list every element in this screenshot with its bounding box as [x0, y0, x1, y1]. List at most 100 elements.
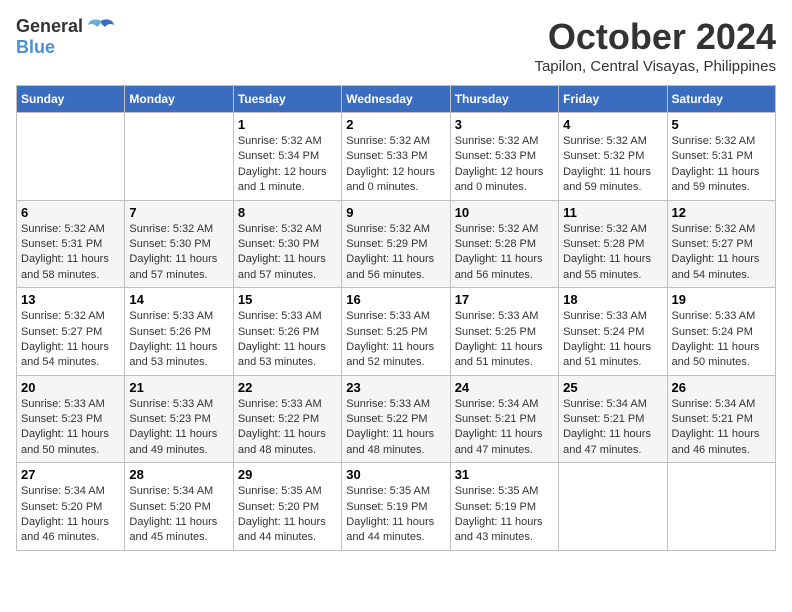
- day-info: Sunrise: 5:32 AM Sunset: 5:29 PM Dayligh…: [346, 222, 445, 284]
- logo-bird-icon: [87, 17, 115, 37]
- weekday-header-tuesday: Tuesday: [233, 86, 341, 113]
- day-info: Sunrise: 5:33 AM Sunset: 5:22 PM Dayligh…: [346, 397, 445, 459]
- day-number: 12: [672, 205, 771, 220]
- title-area: October 2024 Tapilon, Central Visayas, P…: [534, 16, 776, 75]
- day-number: 14: [129, 292, 228, 307]
- day-info: Sunrise: 5:32 AM Sunset: 5:32 PM Dayligh…: [563, 134, 662, 196]
- day-info: Sunrise: 5:33 AM Sunset: 5:22 PM Dayligh…: [238, 397, 337, 459]
- day-number: 10: [455, 205, 554, 220]
- day-info: Sunrise: 5:33 AM Sunset: 5:26 PM Dayligh…: [238, 309, 337, 371]
- calendar-cell: 7 Sunrise: 5:32 AM Sunset: 5:30 PM Daylig…: [125, 200, 233, 288]
- day-info: Sunrise: 5:32 AM Sunset: 5:30 PM Dayligh…: [238, 222, 337, 284]
- day-info: Sunrise: 5:33 AM Sunset: 5:25 PM Dayligh…: [346, 309, 445, 371]
- day-number: 19: [672, 292, 771, 307]
- calendar-cell: 6Sunrise: 5:32 AM Sunset: 5:31 PM Daylig…: [17, 200, 125, 288]
- day-info: Sunrise: 5:32 AM Sunset: 5:27 PM Dayligh…: [672, 222, 771, 284]
- calendar-cell: 18Sunrise: 5:33 AM Sunset: 5:24 PM Dayli…: [559, 288, 667, 376]
- day-info: Sunrise: 5:35 AM Sunset: 5:19 PM Dayligh…: [455, 484, 554, 546]
- day-number: 22: [238, 380, 337, 395]
- day-info: Sunrise: 5:35 AM Sunset: 5:19 PM Dayligh…: [346, 484, 445, 546]
- weekday-header-friday: Friday: [559, 86, 667, 113]
- day-number: 15: [238, 292, 337, 307]
- weekday-header-wednesday: Wednesday: [342, 86, 450, 113]
- day-number: 7: [129, 205, 228, 220]
- calendar-cell: 26Sunrise: 5:34 AM Sunset: 5:21 PM Dayli…: [667, 375, 775, 463]
- day-info: Sunrise: 5:34 AM Sunset: 5:21 PM Dayligh…: [672, 397, 771, 459]
- calendar-week-row: 1 Sunrise: 5:32 AM Sunset: 5:34 PM Daylig…: [17, 113, 776, 201]
- calendar-cell: 3 Sunrise: 5:32 AM Sunset: 5:33 PM Daylig…: [450, 113, 558, 201]
- day-number: 21: [129, 380, 228, 395]
- location-title: Tapilon, Central Visayas, Philippines: [534, 58, 776, 75]
- day-info: Sunrise: 5:32 AM Sunset: 5:31 PM Dayligh…: [672, 134, 771, 196]
- day-info: Sunrise: 5:32 AM Sunset: 5:30 PM Dayligh…: [129, 222, 228, 284]
- calendar-cell: [17, 113, 125, 201]
- day-number: 31: [455, 467, 554, 482]
- day-number: 16: [346, 292, 445, 307]
- day-info: Sunrise: 5:34 AM Sunset: 5:20 PM Dayligh…: [129, 484, 228, 546]
- day-number: 11: [563, 205, 662, 220]
- calendar-cell: 11 Sunrise: 5:32 AM Sunset: 5:28 PM Dayli…: [559, 200, 667, 288]
- calendar-cell: 31 Sunrise: 5:35 AM Sunset: 5:19 PM Dayli…: [450, 463, 558, 551]
- calendar-cell: 1 Sunrise: 5:32 AM Sunset: 5:34 PM Daylig…: [233, 113, 341, 201]
- day-info: Sunrise: 5:35 AM Sunset: 5:20 PM Dayligh…: [238, 484, 337, 546]
- day-info: Sunrise: 5:34 AM Sunset: 5:21 PM Dayligh…: [563, 397, 662, 459]
- day-number: 5: [672, 117, 771, 132]
- calendar-cell: 29 Sunrise: 5:35 AM Sunset: 5:20 PM Dayli…: [233, 463, 341, 551]
- day-info: Sunrise: 5:33 AM Sunset: 5:24 PM Dayligh…: [563, 309, 662, 371]
- calendar-cell: 17 Sunrise: 5:33 AM Sunset: 5:25 PM Dayli…: [450, 288, 558, 376]
- calendar-cell: [125, 113, 233, 201]
- calendar-cell: 25Sunrise: 5:34 AM Sunset: 5:21 PM Dayli…: [559, 375, 667, 463]
- calendar-cell: 4 Sunrise: 5:32 AM Sunset: 5:32 PM Daylig…: [559, 113, 667, 201]
- logo-blue-text: Blue: [16, 37, 55, 58]
- day-info: Sunrise: 5:33 AM Sunset: 5:23 PM Dayligh…: [21, 397, 120, 459]
- day-info: Sunrise: 5:32 AM Sunset: 5:33 PM Dayligh…: [346, 134, 445, 196]
- day-info: Sunrise: 5:32 AM Sunset: 5:33 PM Dayligh…: [455, 134, 554, 196]
- weekday-header-saturday: Saturday: [667, 86, 775, 113]
- day-number: 2: [346, 117, 445, 132]
- calendar-week-row: 6Sunrise: 5:32 AM Sunset: 5:31 PM Daylig…: [17, 200, 776, 288]
- day-number: 20: [21, 380, 120, 395]
- calendar-cell: 22 Sunrise: 5:33 AM Sunset: 5:22 PM Dayli…: [233, 375, 341, 463]
- calendar-cell: 15 Sunrise: 5:33 AM Sunset: 5:26 PM Dayli…: [233, 288, 341, 376]
- day-number: 4: [563, 117, 662, 132]
- day-number: 3: [455, 117, 554, 132]
- calendar-cell: 9 Sunrise: 5:32 AM Sunset: 5:29 PM Daylig…: [342, 200, 450, 288]
- calendar-cell: 24Sunrise: 5:34 AM Sunset: 5:21 PM Dayli…: [450, 375, 558, 463]
- calendar-table: SundayMondayTuesdayWednesdayThursdayFrid…: [16, 85, 776, 551]
- day-number: 13: [21, 292, 120, 307]
- calendar-cell: 8 Sunrise: 5:32 AM Sunset: 5:30 PM Daylig…: [233, 200, 341, 288]
- weekday-header-sunday: Sunday: [17, 86, 125, 113]
- calendar-cell: 30 Sunrise: 5:35 AM Sunset: 5:19 PM Dayli…: [342, 463, 450, 551]
- day-number: 9: [346, 205, 445, 220]
- calendar-week-row: 20 Sunrise: 5:33 AM Sunset: 5:23 PM Dayli…: [17, 375, 776, 463]
- page-header: General Blue October 2024 Tapilon, Centr…: [16, 16, 776, 75]
- day-info: Sunrise: 5:32 AM Sunset: 5:34 PM Dayligh…: [238, 134, 337, 196]
- day-number: 24: [455, 380, 554, 395]
- weekday-header-thursday: Thursday: [450, 86, 558, 113]
- day-info: Sunrise: 5:32 AM Sunset: 5:28 PM Dayligh…: [563, 222, 662, 284]
- day-number: 27: [21, 467, 120, 482]
- calendar-cell: 27Sunrise: 5:34 AM Sunset: 5:20 PM Dayli…: [17, 463, 125, 551]
- day-number: 6: [21, 205, 120, 220]
- calendar-week-row: 27 Sunrise: 5:34 AM Sunset: 5:20 PM Dayli…: [17, 463, 776, 551]
- calendar-header-row: SundayMondayTuesdayWednesdayThursdayFrid…: [17, 86, 776, 113]
- day-number: 17: [455, 292, 554, 307]
- day-number: 23: [346, 380, 445, 395]
- day-number: 1: [238, 117, 337, 132]
- calendar-cell: 5 Sunrise: 5:32 AM Sunset: 5:31 PM Daylig…: [667, 113, 775, 201]
- calendar-cell: 13Sunrise: 5:32 AM Sunset: 5:27 PM Dayli…: [17, 288, 125, 376]
- logo-general-text: General: [16, 16, 83, 37]
- day-number: 8: [238, 205, 337, 220]
- calendar-cell: [559, 463, 667, 551]
- calendar-cell: 21Sunrise: 5:33 AM Sunset: 5:23 PM Dayli…: [125, 375, 233, 463]
- day-number: 30: [346, 467, 445, 482]
- day-info: Sunrise: 5:33 AM Sunset: 5:24 PM Dayligh…: [672, 309, 771, 371]
- day-info: Sunrise: 5:33 AM Sunset: 5:25 PM Dayligh…: [455, 309, 554, 371]
- day-number: 28: [129, 467, 228, 482]
- month-title: October 2024: [534, 16, 776, 58]
- day-number: 29: [238, 467, 337, 482]
- calendar-cell: 2 Sunrise: 5:32 AM Sunset: 5:33 PM Daylig…: [342, 113, 450, 201]
- calendar-cell: 20 Sunrise: 5:33 AM Sunset: 5:23 PM Dayli…: [17, 375, 125, 463]
- logo: General Blue: [16, 16, 115, 58]
- calendar-week-row: 13Sunrise: 5:32 AM Sunset: 5:27 PM Dayli…: [17, 288, 776, 376]
